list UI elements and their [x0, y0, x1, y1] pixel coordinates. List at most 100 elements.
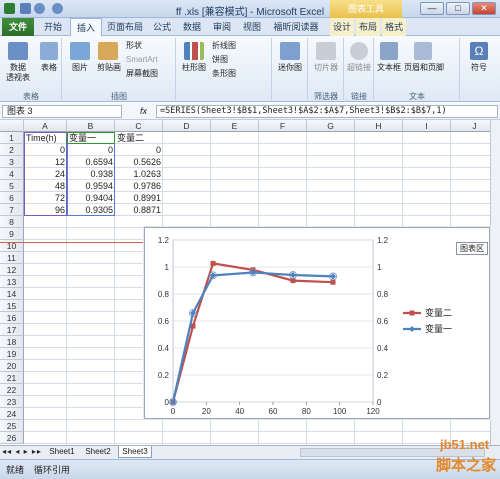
row-header-22[interactable]: 22 [0, 384, 24, 396]
watermark-brand: 脚本之家 [436, 457, 497, 474]
legend-label: 变量二 [425, 307, 452, 319]
table-cell[interactable]: 1.0263 [115, 168, 163, 180]
tab-design[interactable]: 设计 [330, 18, 354, 36]
select-all-corner[interactable] [0, 120, 24, 132]
table-cell[interactable]: 0.5626 [115, 156, 163, 168]
row-header-13[interactable]: 13 [0, 276, 24, 288]
hyperlink-button[interactable]: 超链接 [344, 63, 374, 73]
secondary-y-tick-label: 0.2 [377, 371, 389, 380]
column-header-F[interactable]: F [259, 120, 307, 132]
group-label-filter: 筛选器 [314, 92, 338, 101]
y-tick-label: 1 [165, 263, 170, 272]
row-header-24[interactable]: 24 [0, 408, 24, 420]
row-header-6[interactable]: 6 [0, 192, 24, 204]
row-header-9[interactable]: 9 [0, 228, 24, 240]
table-cell[interactable]: 0.8991 [115, 192, 163, 204]
column-header-I[interactable]: I [403, 120, 451, 132]
row-header-23[interactable]: 23 [0, 396, 24, 408]
row-header-19[interactable]: 19 [0, 348, 24, 360]
row-header-3[interactable]: 3 [0, 156, 24, 168]
hyperlink-icon [350, 42, 368, 60]
column-header-A[interactable]: A [24, 120, 67, 132]
symbol-button[interactable]: 符号 [462, 63, 496, 73]
legend-marker-square [409, 310, 415, 316]
row-header-20[interactable]: 20 [0, 360, 24, 372]
tab-format[interactable]: 格式 [382, 18, 406, 36]
row-header-11[interactable]: 11 [0, 252, 24, 264]
column-header-B[interactable]: B [67, 120, 115, 132]
row-header-5[interactable]: 5 [0, 180, 24, 192]
x-tick-label: 0 [171, 407, 176, 416]
tab-foxit-reader[interactable]: 福昕阅读器 [268, 18, 324, 36]
column-chart-button[interactable]: 柱形图 [178, 63, 210, 73]
tab-page-layout[interactable]: 页面布局 [104, 18, 146, 36]
header-footer-button[interactable]: 页眉和页脚 [402, 63, 446, 73]
picture-button[interactable]: 图片 [66, 63, 94, 73]
group-label-links: 链接 [351, 92, 367, 101]
tab-home[interactable]: 开始 [38, 18, 68, 36]
y-tick-label: 1.2 [158, 236, 170, 245]
legend-marker-diamond [409, 326, 415, 332]
pie-chart-button[interactable]: 饼图 [212, 54, 228, 66]
tab-file[interactable]: 文件 [2, 18, 34, 36]
table-cell[interactable]: 0.8871 [115, 204, 163, 216]
formula-input[interactable]: =SERIES(Sheet3!$B$1,Sheet3!$A$2:$A$7,She… [156, 105, 498, 118]
row-header-14[interactable]: 14 [0, 288, 24, 300]
row-header-12[interactable]: 12 [0, 264, 24, 276]
row-header-2[interactable]: 2 [0, 144, 24, 156]
slicer-button[interactable]: 切片器 [308, 63, 344, 73]
sheet-nav-arrows[interactable]: ◂◂ ◂ ▸ ▸▸ [2, 446, 42, 458]
line-chart-button[interactable]: 折线图 [212, 40, 236, 52]
shapes-button[interactable]: 形状 [126, 40, 142, 52]
status-bar [0, 459, 500, 479]
row-header-25[interactable]: 25 [0, 420, 24, 432]
close-button[interactable]: ✕ [472, 2, 496, 15]
tab-sheet2[interactable]: Sheet2 [82, 446, 114, 458]
row-header-16[interactable]: 16 [0, 312, 24, 324]
minimize-button[interactable]: — [420, 2, 444, 15]
tab-sheet1[interactable]: Sheet1 [46, 446, 78, 458]
tab-formulas[interactable]: 公式 [148, 18, 176, 36]
pivot-table-button[interactable]: 数据 透视表 [2, 63, 34, 83]
group-label-tables: 表格 [23, 92, 39, 101]
row-header-18[interactable]: 18 [0, 336, 24, 348]
table-button[interactable]: 表格 [36, 63, 62, 73]
tab-review[interactable]: 审阅 [208, 18, 236, 36]
column-header-E[interactable]: E [211, 120, 259, 132]
maximize-button[interactable]: □ [446, 2, 470, 15]
column-header-C[interactable]: C [115, 120, 163, 132]
row-header-21[interactable]: 21 [0, 372, 24, 384]
bar-chart-button[interactable]: 条形图 [212, 68, 236, 80]
tab-insert[interactable]: 插入 [70, 18, 102, 36]
row-header-17[interactable]: 17 [0, 324, 24, 336]
clipart-button[interactable]: 剪贴画 [94, 63, 124, 73]
row-header-7[interactable]: 7 [0, 204, 24, 216]
sparkline-button[interactable]: 迷你图 [274, 63, 306, 73]
group-label-text: 文本 [409, 92, 425, 101]
cell-C1[interactable]: 变量二 [115, 132, 163, 144]
column-header-G[interactable]: G [307, 120, 355, 132]
textbox-button[interactable]: 文本框 [374, 63, 404, 73]
fx-icon[interactable]: fx [140, 105, 152, 118]
chart-area[interactable]: 0 0 0.2 0.2 0.4 0.4 0.6 0.6 0.8 0.8 1 1 1.2 1.2 0 20 40 6… [144, 227, 490, 419]
smartart-button[interactable]: SmartArt [126, 54, 158, 66]
tab-data[interactable]: 数据 [178, 18, 206, 36]
table-cell[interactable]: 0 [115, 144, 163, 156]
tab-layout[interactable]: 布局 [356, 18, 380, 36]
row-header-26[interactable]: 26 [0, 432, 24, 444]
x-tick-label: 60 [269, 407, 278, 416]
row-header-8[interactable]: 8 [0, 216, 24, 228]
name-box[interactable]: 图表 3 [2, 105, 122, 118]
row-header-1[interactable]: 1 [0, 132, 24, 144]
textbox-icon [380, 42, 398, 60]
column-header-H[interactable]: H [355, 120, 403, 132]
tab-sheet3[interactable]: Sheet3 [118, 446, 152, 458]
column-header-D[interactable]: D [163, 120, 211, 132]
vertical-scrollbar[interactable] [490, 120, 500, 445]
tab-view[interactable]: 视图 [238, 18, 266, 36]
table-cell[interactable]: 0.9786 [115, 180, 163, 192]
row-header-15[interactable]: 15 [0, 300, 24, 312]
screenshot-button[interactable]: 屏幕截图 [126, 68, 158, 80]
row-header-4[interactable]: 4 [0, 168, 24, 180]
line-chart[interactable]: 0 00.2 0.20.4 0.40.6 0.60.8 0.81 11.2 1.20 20 40 6… [145, 228, 491, 420]
